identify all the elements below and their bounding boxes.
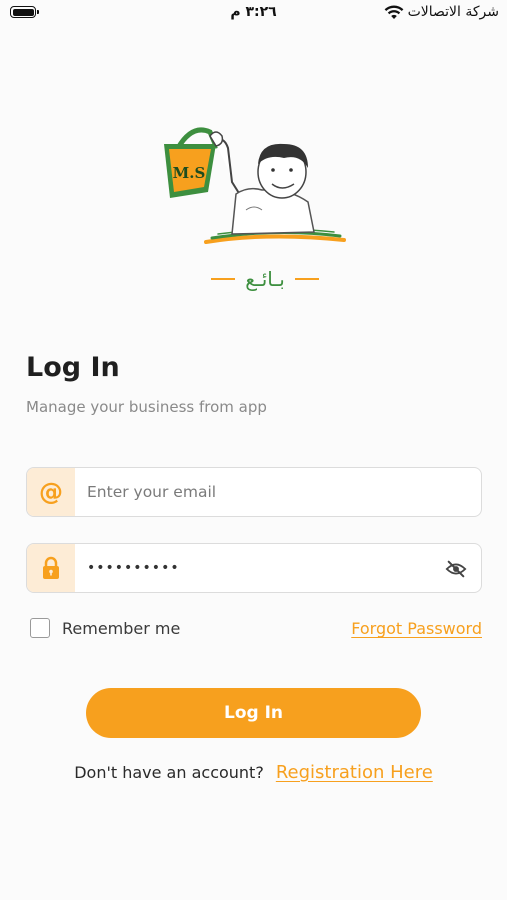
brand-text: بـائـع: [245, 267, 285, 291]
signup-row: Don't have an account? Registration Here: [0, 762, 507, 783]
forgot-password-link[interactable]: Forgot Password: [351, 619, 482, 638]
page-subtitle: Manage your business from app: [26, 398, 267, 416]
remember-me-label: Remember me: [62, 618, 181, 638]
email-field[interactable]: @: [26, 467, 482, 517]
wifi-icon: [384, 5, 404, 19]
registration-link[interactable]: Registration Here: [276, 762, 433, 783]
login-button[interactable]: Log In: [86, 688, 421, 738]
lock-icon: [43, 556, 59, 579]
brand-divider-left: [211, 278, 236, 280]
password-input[interactable]: ••••••••••: [87, 544, 180, 592]
password-icon-box: [27, 544, 75, 592]
password-field[interactable]: ••••••••••: [26, 543, 482, 593]
signup-text: Don't have an account?: [74, 763, 264, 782]
email-input[interactable]: [87, 468, 447, 516]
page-title: Log In: [26, 352, 120, 383]
remember-me-checkbox[interactable]: [30, 618, 50, 638]
remember-me[interactable]: Remember me: [30, 618, 180, 638]
eye-off-icon[interactable]: [445, 558, 467, 580]
at-sign-icon: @: [39, 478, 63, 506]
brand-label: بـائـع: [200, 264, 330, 294]
brand-divider-right: [294, 278, 319, 280]
email-icon-box: @: [27, 468, 75, 516]
ms-bag-text: M.S: [173, 164, 206, 182]
status-bar: ٣:٢٦ م شركة الاتصالات: [0, 0, 507, 30]
ms-logo-icon: M.S: [164, 127, 346, 244]
status-carrier: شركة الاتصالات: [407, 4, 499, 20]
